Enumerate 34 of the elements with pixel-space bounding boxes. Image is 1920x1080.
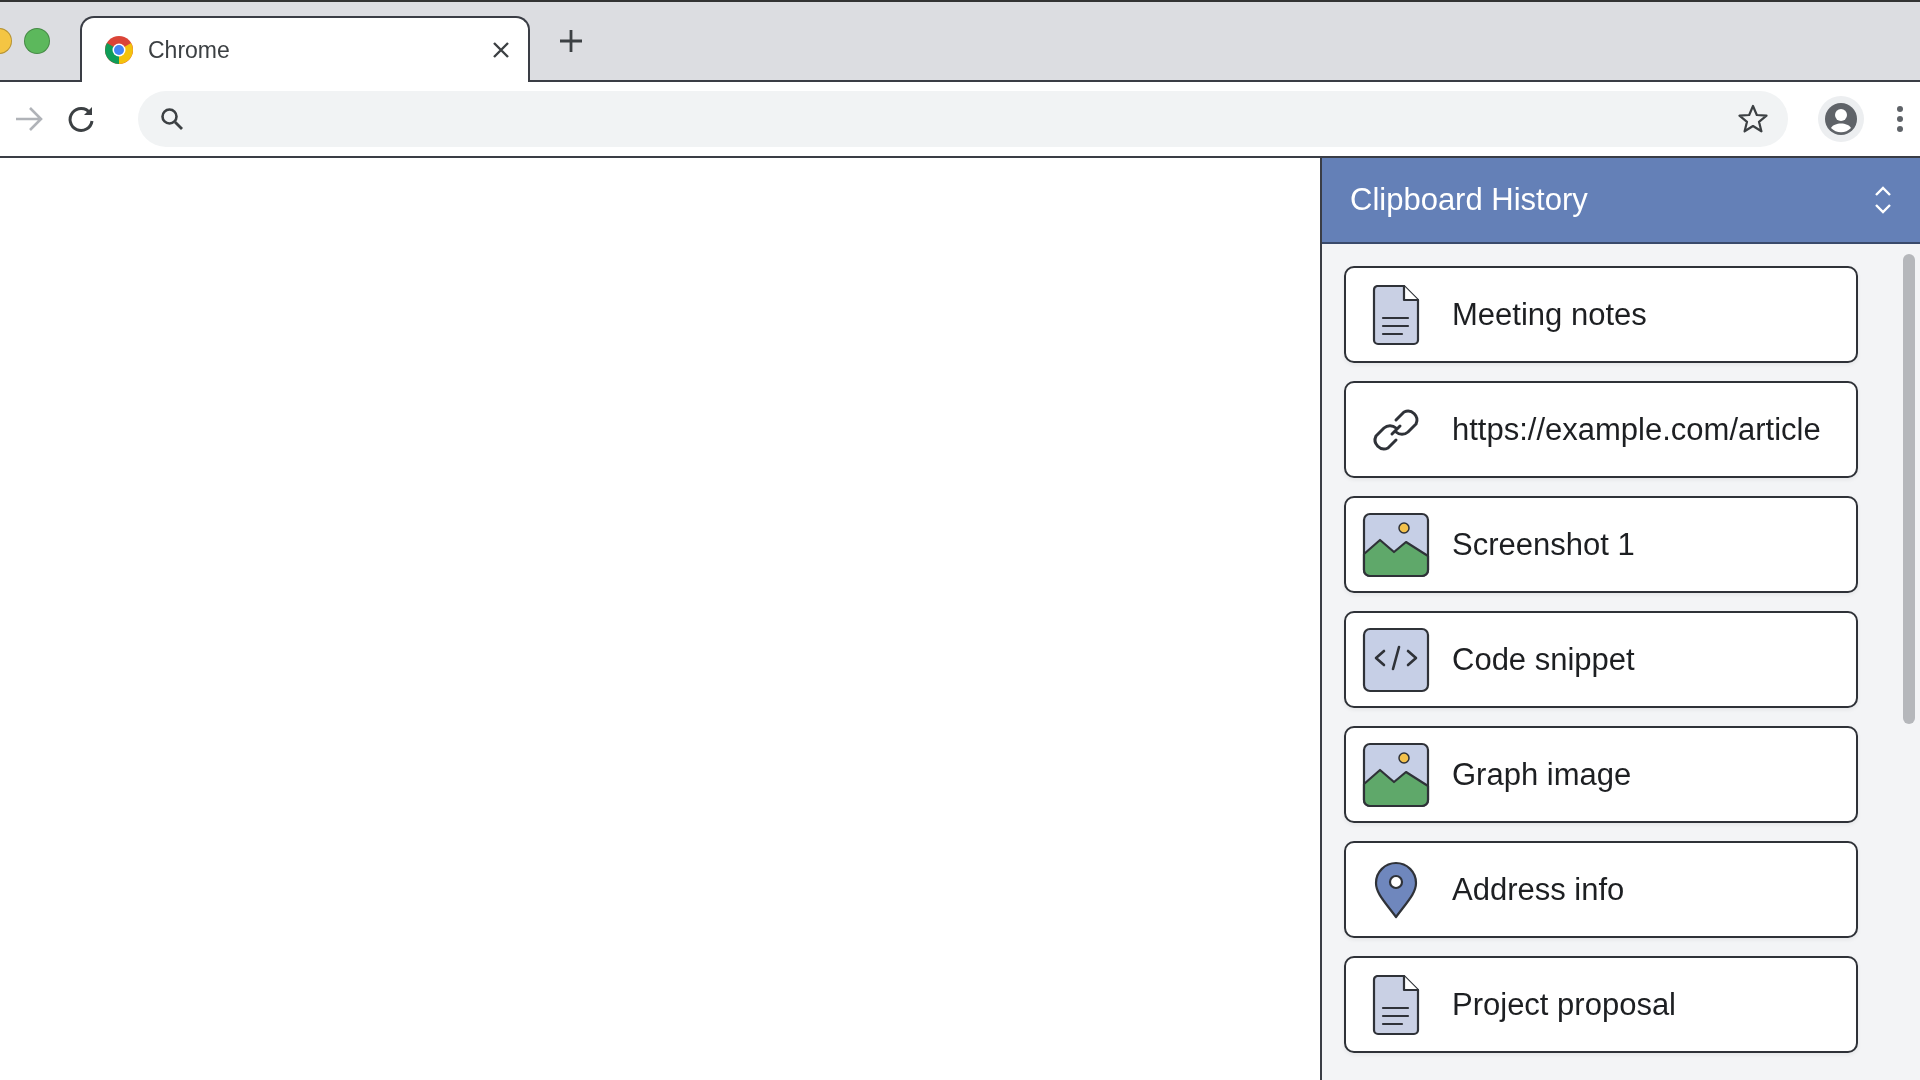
clipboard-item[interactable]: Project proposal bbox=[1344, 956, 1858, 1053]
profile-button[interactable] bbox=[1818, 96, 1864, 142]
clipboard-item[interactable]: https://example.com/article bbox=[1344, 381, 1858, 478]
close-tab-button[interactable] bbox=[492, 41, 510, 59]
image-icon bbox=[1362, 511, 1430, 578]
browser-tab[interactable]: Chrome bbox=[80, 16, 530, 82]
clipboard-item[interactable]: Code snippet bbox=[1344, 611, 1858, 708]
image-icon bbox=[1362, 741, 1430, 808]
reload-icon bbox=[66, 104, 96, 134]
tab-title: Chrome bbox=[148, 36, 231, 64]
clipboard-item[interactable]: Address info bbox=[1344, 841, 1858, 938]
document-icon bbox=[1372, 283, 1420, 346]
expand-collapse-button[interactable] bbox=[1874, 185, 1892, 215]
browser-logo-icon bbox=[104, 35, 134, 65]
search-icon bbox=[160, 107, 184, 131]
scrollbar-thumb[interactable] bbox=[1903, 254, 1915, 724]
new-tab-button[interactable] bbox=[558, 28, 584, 54]
forward-arrow-icon bbox=[14, 106, 44, 132]
plus-icon bbox=[558, 28, 584, 54]
panel-title: Clipboard History bbox=[1350, 182, 1589, 218]
chevron-up-down-icon bbox=[1874, 185, 1892, 215]
window-control-button[interactable] bbox=[24, 28, 50, 54]
menu-button[interactable] bbox=[1896, 106, 1904, 132]
clipboard-item[interactable]: Screenshot 1 bbox=[1344, 496, 1858, 593]
document-icon bbox=[1372, 973, 1420, 1036]
clipboard-item[interactable]: Graph image bbox=[1344, 726, 1858, 823]
location-pin-icon bbox=[1374, 860, 1418, 919]
clipboard-item[interactable]: Meeting notes bbox=[1344, 266, 1858, 363]
avatar-icon bbox=[1824, 102, 1858, 136]
close-icon bbox=[492, 41, 510, 59]
reload-button[interactable] bbox=[66, 104, 96, 134]
bookmark-star-icon[interactable] bbox=[1738, 104, 1768, 134]
code-icon bbox=[1362, 626, 1430, 693]
more-vertical-icon bbox=[1896, 106, 1904, 132]
